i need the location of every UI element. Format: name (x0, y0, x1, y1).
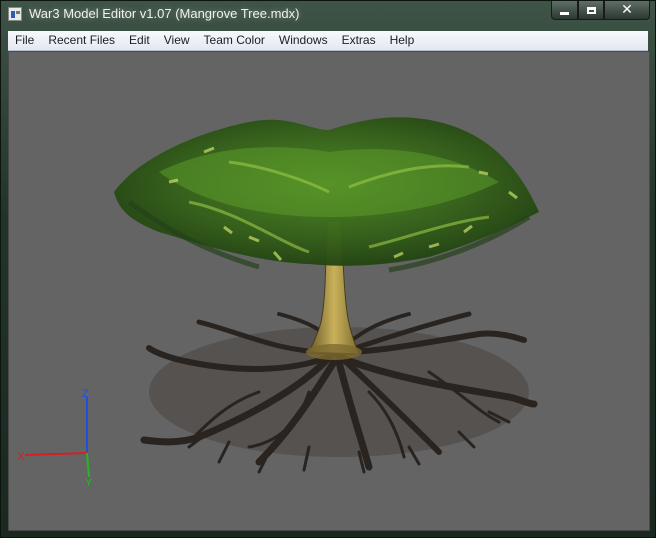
x-axis-label: X (17, 451, 25, 463)
y-axis-line (86, 452, 90, 478)
caption-buttons: ✕ (551, 1, 650, 21)
app-window: War3 Model Editor v1.07 (Mangrove Tree.m… (0, 0, 656, 538)
close-icon: ✕ (621, 2, 633, 18)
menu-file[interactable]: File (8, 31, 41, 50)
menu-extras[interactable]: Extras (335, 31, 383, 50)
menu-recent-files[interactable]: Recent Files (41, 31, 122, 50)
menu-windows[interactable]: Windows (272, 31, 335, 50)
menu-edit[interactable]: Edit (122, 31, 157, 50)
model-viewport[interactable]: Z X Y (8, 51, 650, 531)
model-render: Z X Y (17, 117, 539, 489)
menu-help[interactable]: Help (383, 31, 422, 50)
close-button[interactable]: ✕ (604, 1, 650, 20)
menu-bar: File Recent Files Edit View Team Color W… (8, 31, 648, 51)
menu-view[interactable]: View (157, 31, 197, 50)
title-bar[interactable]: War3 Model Editor v1.07 (Mangrove Tree.m… (1, 1, 655, 29)
menu-team-color[interactable]: Team Color (197, 31, 272, 50)
y-axis-label: Y (85, 477, 93, 489)
minimize-button[interactable] (551, 1, 578, 20)
app-icon[interactable] (8, 7, 22, 21)
minimize-icon (560, 11, 569, 15)
maximize-icon (586, 6, 596, 14)
tree-canopy (114, 117, 539, 273)
z-axis-label: Z (82, 388, 89, 400)
axis-gizmo: Z X Y (17, 388, 93, 489)
maximize-button[interactable] (578, 1, 604, 20)
window-title: War3 Model Editor v1.07 (Mangrove Tree.m… (29, 6, 300, 21)
x-axis-line (24, 452, 88, 456)
